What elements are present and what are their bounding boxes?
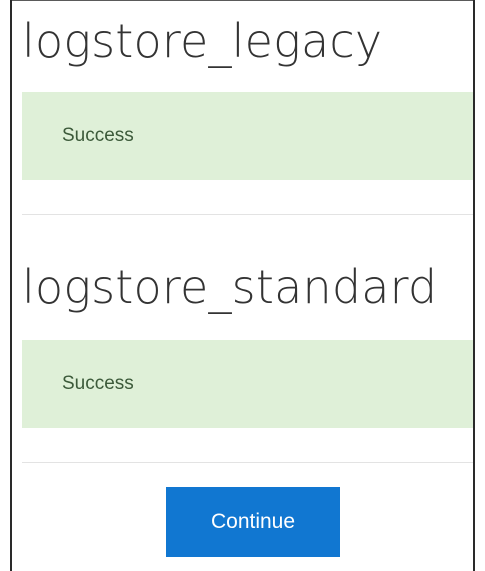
section-divider bbox=[22, 214, 473, 215]
upgrade-results: logstore_legacy Success logstore_standar… bbox=[12, 0, 473, 571]
page-frame: logstore_legacy Success logstore_standar… bbox=[0, 0, 485, 571]
success-notification-logstore-standard: Success bbox=[22, 340, 473, 428]
section-title-logstore-standard: logstore_standard bbox=[22, 260, 438, 314]
window-right-edge bbox=[473, 0, 475, 571]
status-message: Success bbox=[62, 373, 134, 394]
success-notification-logstore-legacy: Success bbox=[22, 92, 473, 180]
continue-button[interactable]: Continue bbox=[166, 487, 340, 557]
section-divider bbox=[22, 462, 473, 463]
section-title-logstore-legacy: logstore_legacy bbox=[22, 14, 383, 68]
status-message: Success bbox=[62, 125, 134, 146]
